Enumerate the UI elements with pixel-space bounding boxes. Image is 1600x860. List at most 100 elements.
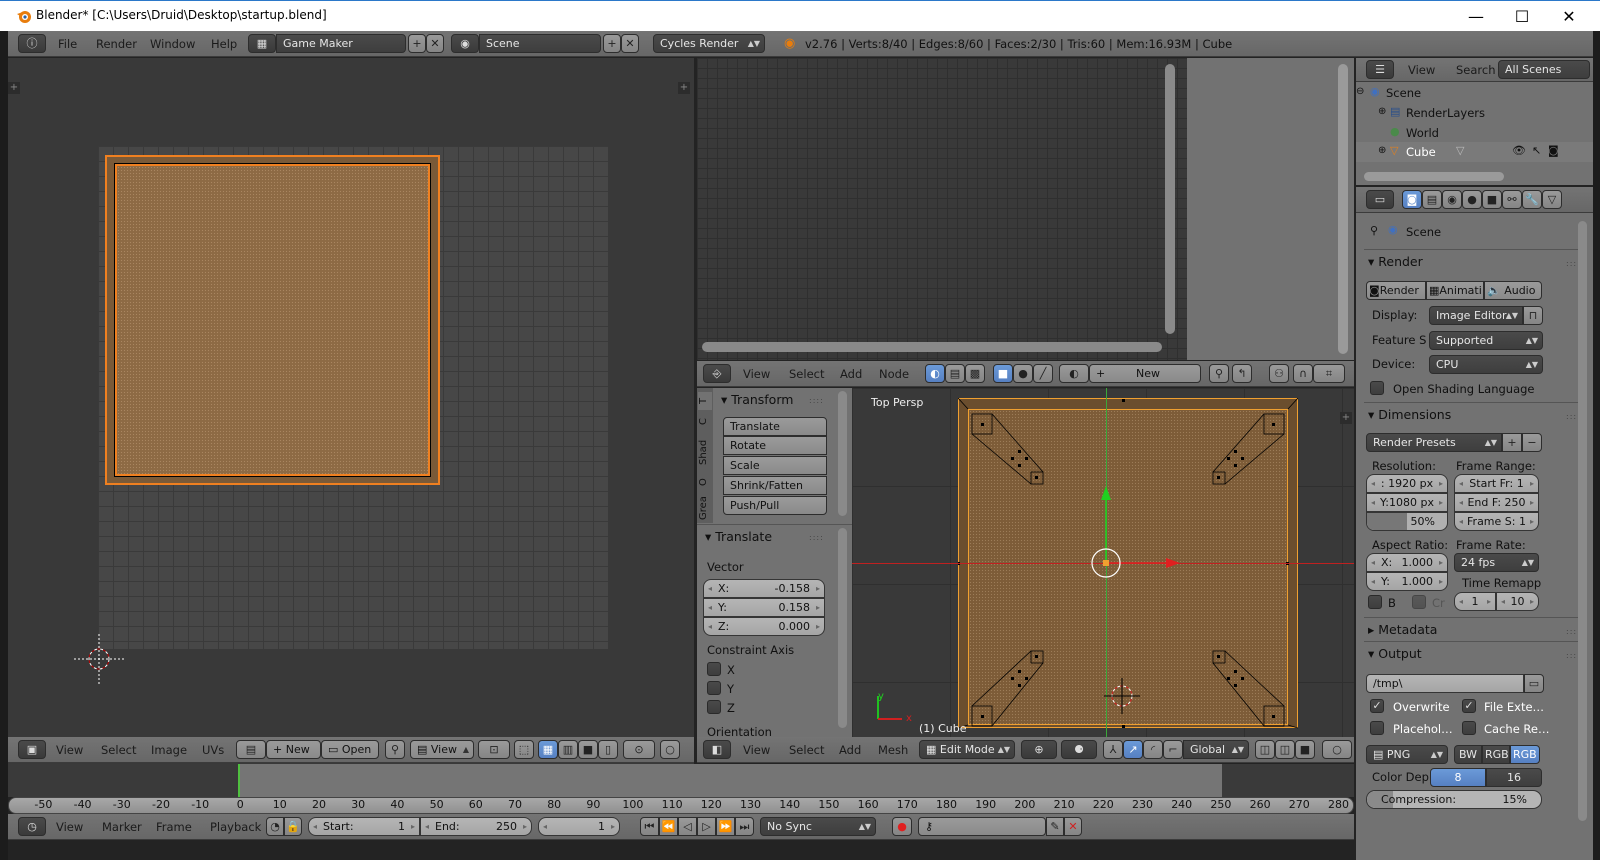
editor-type-outliner-button[interactable]: ☰: [1366, 60, 1394, 79]
remove-scene-icon[interactable]: ✕: [621, 34, 639, 53]
scale-tool-button[interactable]: Scale: [723, 456, 827, 475]
time-remap-new-field[interactable]: ◂ 10 ▸: [1496, 592, 1539, 611]
node-horizontal-scrollbar[interactable]: [702, 342, 1162, 352]
menu-playback[interactable]: Playback: [210, 820, 261, 834]
menu-image[interactable]: Image: [151, 743, 187, 757]
preview-range-icon[interactable]: ◔: [266, 817, 284, 836]
constraint-z-checkbox[interactable]: [707, 700, 721, 714]
render-presets-dropdown[interactable]: Render Presets ▲▼: [1366, 433, 1502, 452]
modifiers-context-icon[interactable]: 🔧: [1522, 190, 1542, 209]
aspect-x-field[interactable]: ◂ X: 1.000 ▸: [1366, 553, 1448, 572]
aspect-y-field[interactable]: ◂ Y: 1.000 ▸: [1366, 572, 1448, 591]
menu-view[interactable]: View: [56, 820, 83, 834]
current-frame-indicator[interactable]: [238, 764, 240, 797]
current-frame-field[interactable]: ◂ 1 ▸: [538, 817, 620, 836]
outliner-item-scene[interactable]: Scene: [1386, 86, 1421, 100]
rotate-manipulator-icon[interactable]: ◜: [1143, 740, 1163, 759]
display-mode-dropdown[interactable]: All Scenes: [1498, 60, 1590, 79]
translate-manipulator[interactable]: [1086, 478, 1196, 588]
menu-view[interactable]: View: [1408, 63, 1435, 77]
menu-select[interactable]: Select: [789, 743, 824, 757]
vector-y-field[interactable]: ◂ Y: 0.158 ▸: [703, 598, 825, 617]
constraints-context-icon[interactable]: ⚯: [1502, 190, 1522, 209]
lock-range-icon[interactable]: 🔒: [284, 817, 302, 836]
frame-start-field[interactable]: ◂ Start Fr: 1 ▸: [1454, 474, 1539, 493]
operator-panel-header[interactable]: ▾ Translate: [705, 529, 772, 544]
pin-icon[interactable]: ⚲: [385, 740, 405, 759]
time-remap-old-field[interactable]: ◂ 1 ▸: [1454, 592, 1496, 611]
feature-set-dropdown[interactable]: Supported ▲▼: [1429, 331, 1543, 350]
jump-keyframe-back-icon[interactable]: ⏪: [659, 817, 678, 836]
file-browser-icon[interactable]: ▭: [1524, 674, 1544, 693]
pin-icon[interactable]: ⚲: [1209, 364, 1229, 383]
toolshelf-expand-icon[interactable]: +: [8, 82, 20, 94]
frame-step-field[interactable]: ◂ Frame S: 1 ▸: [1454, 512, 1539, 531]
renderable-camera-icon[interactable]: ◙: [1548, 144, 1559, 157]
resolution-y-field[interactable]: ◂ Y:1080 px ▸: [1366, 493, 1448, 512]
screen-layout-icon[interactable]: ▦: [248, 34, 276, 53]
sync-mode-dropdown[interactable]: No Sync ▲▼: [760, 817, 876, 836]
menu-view[interactable]: View: [56, 743, 83, 757]
material-browse-icon[interactable]: ◐: [1059, 364, 1089, 383]
remove-screen-icon[interactable]: ✕: [426, 34, 444, 53]
outliner-item-cube[interactable]: Cube: [1406, 145, 1436, 159]
jump-keyframe-forward-icon[interactable]: ⏩: [716, 817, 735, 836]
snap-icon[interactable]: ⌗: [1313, 364, 1345, 383]
render-context-icon[interactable]: ◙: [1402, 190, 1422, 209]
add-scene-icon[interactable]: +: [603, 34, 621, 53]
metadata-panel-header[interactable]: ▸ Metadata: [1368, 622, 1437, 637]
color-rgb-button[interactable]: RGB: [1482, 745, 1510, 764]
menu-marker[interactable]: Marker: [102, 820, 142, 834]
menu-add[interactable]: Add: [840, 367, 862, 381]
properties-expand-icon[interactable]: +: [678, 82, 690, 94]
expand-cube-icon[interactable]: ⊕: [1378, 145, 1386, 156]
color-depth-8-button[interactable]: 8: [1430, 768, 1486, 787]
start-frame-field[interactable]: ◂ Start: 1 ▸: [308, 817, 420, 836]
border-checkbox[interactable]: [1368, 595, 1382, 609]
menu-file[interactable]: File: [58, 37, 77, 51]
file-format-dropdown[interactable]: ▤ PNG ▲▼: [1366, 745, 1448, 764]
scene-icon[interactable]: ◉: [451, 34, 479, 53]
frame-rate-dropdown[interactable]: 24 fps ▲▼: [1454, 553, 1539, 572]
drag-handle-icon[interactable]: ::::: [809, 533, 824, 542]
backdrop-icon[interactable]: ⚇: [1269, 364, 1289, 383]
editor-type-timeline-button[interactable]: ◷: [18, 817, 46, 836]
output-path-field[interactable]: /tmp\: [1366, 674, 1524, 693]
menu-mesh[interactable]: Mesh: [878, 743, 908, 757]
operator-scrollbar[interactable]: [838, 528, 847, 728]
scale-manipulator-icon[interactable]: ⌐: [1163, 740, 1183, 759]
expand-renderlayers-icon[interactable]: ⊕: [1378, 106, 1386, 117]
crop-checkbox[interactable]: [1412, 595, 1426, 609]
pivot-point-icon[interactable]: ⚈: [1061, 740, 1097, 759]
display-dropdown[interactable]: Image Editor ▲▼: [1429, 306, 1523, 325]
render-layers-context-icon[interactable]: ▤: [1422, 190, 1442, 209]
menu-select[interactable]: Select: [789, 367, 824, 381]
menu-uvs[interactable]: UVs: [202, 743, 224, 757]
edge-select-icon[interactable]: ▥: [558, 740, 578, 759]
auto-offset-icon[interactable]: ∩: [1293, 364, 1313, 383]
data-context-icon[interactable]: ▽: [1542, 190, 1562, 209]
osl-checkbox[interactable]: [1370, 381, 1384, 395]
line-style-icon[interactable]: ╱: [1033, 364, 1053, 383]
file-extensions-checkbox[interactable]: ✓: [1462, 699, 1476, 713]
vertex-select-mode-icon[interactable]: ◫: [1255, 740, 1275, 759]
orientation-dropdown[interactable]: Global ▲▼: [1183, 740, 1249, 759]
compositing-nodes-icon[interactable]: ▤: [945, 364, 965, 383]
outliner-item-renderlayers[interactable]: RenderLayers: [1406, 106, 1485, 120]
pivot-icon[interactable]: ⊡: [478, 740, 510, 759]
properties-expand-icon[interactable]: +: [1340, 412, 1352, 424]
menu-view[interactable]: View: [743, 367, 770, 381]
render-panel-header[interactable]: ▾ Render: [1368, 254, 1423, 269]
node-vertical-scrollbar[interactable]: [1165, 64, 1175, 334]
color-bw-button[interactable]: BW: [1454, 745, 1482, 764]
go-parent-icon[interactable]: ↰: [1232, 364, 1252, 383]
frame-end-field[interactable]: ◂ End F: 250 ▸: [1454, 493, 1539, 512]
jump-end-icon[interactable]: ⏭: [735, 817, 754, 836]
new-material-button[interactable]: + New: [1089, 364, 1201, 383]
timeline-ruler[interactable]: -50 -40 -30 -20 -10 0 10 20 30 40 50 60 70 80 90 100 110…: [8, 797, 1354, 814]
manipulator-toggle-icon[interactable]: ⅄: [1103, 740, 1123, 759]
resolution-x-field[interactable]: ◂: 1920 px ▸: [1366, 474, 1448, 493]
placeholders-checkbox[interactable]: [1370, 721, 1384, 735]
selectable-cursor-icon[interactable]: ↖: [1532, 144, 1541, 157]
close-button[interactable]: ✕: [1554, 6, 1584, 28]
